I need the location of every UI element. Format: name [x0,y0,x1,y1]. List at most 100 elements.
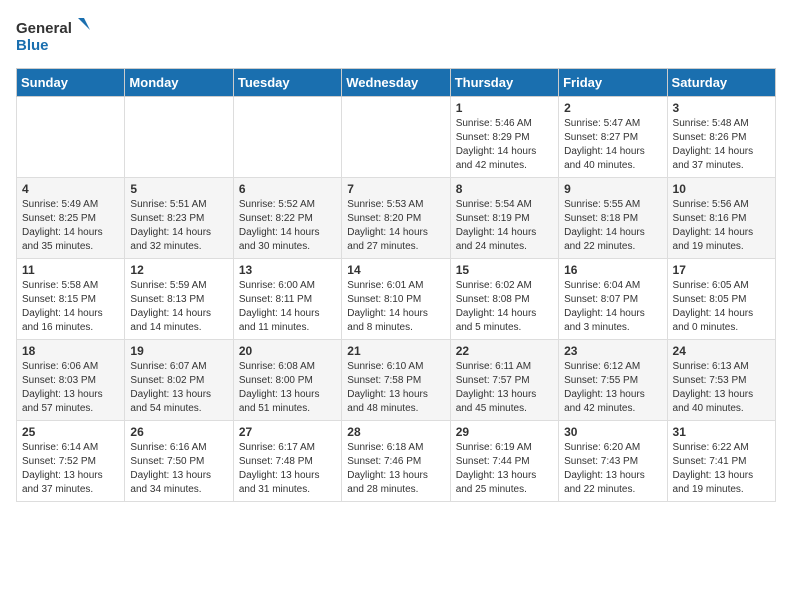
calendar-week-row: 11 Sunrise: 5:58 AM Sunset: 8:15 PM Dayli… [17,259,776,340]
day-number: 31 [673,425,770,439]
day-info: Sunrise: 6:17 AM Sunset: 7:48 PM Dayligh… [239,441,336,497]
calendar-cell: 20 Sunrise: 6:08 AM Sunset: 8:00 PM Dayli… [233,340,341,421]
day-number: 20 [239,344,336,358]
calendar-cell: 9Sunrise: 5:55 AM Sunset: 8:18 PM Daylig… [559,178,667,259]
calendar-cell: 29 Sunrise: 6:19 AM Sunset: 7:44 PM Dayli… [450,421,558,502]
day-number: 24 [673,344,770,358]
calendar-cell: 15 Sunrise: 6:02 AM Sunset: 8:08 PM Dayli… [450,259,558,340]
column-header-sunday: Sunday [17,69,125,97]
day-info: Sunrise: 5:51 AM Sunset: 8:23 PM Dayligh… [130,198,227,254]
calendar-body: 1 Sunrise: 5:46 AM Sunset: 8:29 PM Daylig… [17,97,776,502]
calendar-cell: 24 Sunrise: 6:13 AM Sunset: 7:53 PM Dayli… [667,340,775,421]
day-info: Sunrise: 6:08 AM Sunset: 8:00 PM Dayligh… [239,360,336,416]
day-number: 14 [347,263,444,277]
calendar-cell: 1 Sunrise: 5:46 AM Sunset: 8:29 PM Daylig… [450,97,558,178]
logo-svg: GeneralBlue [16,16,96,56]
column-header-friday: Friday [559,69,667,97]
day-info: Sunrise: 6:12 AM Sunset: 7:55 PM Dayligh… [564,360,661,416]
day-info: Sunrise: 6:22 AM Sunset: 7:41 PM Dayligh… [673,441,770,497]
calendar-header-row: SundayMondayTuesdayWednesdayThursdayFrid… [17,69,776,97]
calendar-table: SundayMondayTuesdayWednesdayThursdayFrid… [16,68,776,502]
day-number: 5 [130,182,227,196]
calendar-cell: 5 Sunrise: 5:51 AM Sunset: 8:23 PM Daylig… [125,178,233,259]
day-number: 19 [130,344,227,358]
day-info: Sunrise: 6:13 AM Sunset: 7:53 PM Dayligh… [673,360,770,416]
calendar-cell: 27 Sunrise: 6:17 AM Sunset: 7:48 PM Dayli… [233,421,341,502]
svg-text:Blue: Blue [16,37,49,54]
day-number: 8 [456,182,553,196]
day-info: Sunrise: 6:10 AM Sunset: 7:58 PM Dayligh… [347,360,444,416]
day-number: 28 [347,425,444,439]
column-header-saturday: Saturday [667,69,775,97]
calendar-cell: 8 Sunrise: 5:54 AM Sunset: 8:19 PM Daylig… [450,178,558,259]
day-info: Sunrise: 6:01 AM Sunset: 8:10 PM Dayligh… [347,279,444,335]
day-info: Sunrise: 6:07 AM Sunset: 8:02 PM Dayligh… [130,360,227,416]
calendar-cell: 18 Sunrise: 6:06 AM Sunset: 8:03 PM Dayli… [17,340,125,421]
day-number: 25 [22,425,119,439]
day-number: 1 [456,101,553,115]
day-info: Sunrise: 6:11 AM Sunset: 7:57 PM Dayligh… [456,360,553,416]
day-info: Sunrise: 6:02 AM Sunset: 8:08 PM Dayligh… [456,279,553,335]
day-number: 10 [673,182,770,196]
calendar-cell: 10Sunrise: 5:56 AM Sunset: 8:16 PM Dayli… [667,178,775,259]
day-info: Sunrise: 5:48 AM Sunset: 8:26 PM Dayligh… [673,117,770,173]
calendar-cell: 12Sunrise: 5:59 AM Sunset: 8:13 PM Dayli… [125,259,233,340]
calendar-cell: 28 Sunrise: 6:18 AM Sunset: 7:46 PM Dayli… [342,421,450,502]
day-number: 30 [564,425,661,439]
day-number: 29 [456,425,553,439]
calendar-cell: 2Sunrise: 5:47 AM Sunset: 8:27 PM Daylig… [559,97,667,178]
day-number: 7 [347,182,444,196]
calendar-cell: 11 Sunrise: 5:58 AM Sunset: 8:15 PM Dayli… [17,259,125,340]
day-info: Sunrise: 6:19 AM Sunset: 7:44 PM Dayligh… [456,441,553,497]
day-number: 15 [456,263,553,277]
calendar-cell: 7 Sunrise: 5:53 AM Sunset: 8:20 PM Daylig… [342,178,450,259]
column-header-tuesday: Tuesday [233,69,341,97]
day-info: Sunrise: 6:20 AM Sunset: 7:43 PM Dayligh… [564,441,661,497]
day-info: Sunrise: 5:47 AM Sunset: 8:27 PM Dayligh… [564,117,661,173]
calendar-cell: 4Sunrise: 5:49 AM Sunset: 8:25 PM Daylig… [17,178,125,259]
day-info: Sunrise: 6:14 AM Sunset: 7:52 PM Dayligh… [22,441,119,497]
logo: GeneralBlue [16,16,96,56]
calendar-cell: 19 Sunrise: 6:07 AM Sunset: 8:02 PM Dayli… [125,340,233,421]
column-header-thursday: Thursday [450,69,558,97]
day-info: Sunrise: 5:53 AM Sunset: 8:20 PM Dayligh… [347,198,444,254]
day-info: Sunrise: 5:52 AM Sunset: 8:22 PM Dayligh… [239,198,336,254]
calendar-week-row: 18 Sunrise: 6:06 AM Sunset: 8:03 PM Dayli… [17,340,776,421]
calendar-cell: 21Sunrise: 6:10 AM Sunset: 7:58 PM Dayli… [342,340,450,421]
day-number: 3 [673,101,770,115]
calendar-cell [17,97,125,178]
calendar-cell [342,97,450,178]
calendar-cell: 23Sunrise: 6:12 AM Sunset: 7:55 PM Dayli… [559,340,667,421]
calendar-cell: 13Sunrise: 6:00 AM Sunset: 8:11 PM Dayli… [233,259,341,340]
calendar-cell: 26 Sunrise: 6:16 AM Sunset: 7:50 PM Dayli… [125,421,233,502]
day-number: 18 [22,344,119,358]
svg-text:General: General [16,20,72,37]
day-number: 4 [22,182,119,196]
calendar-week-row: 25 Sunrise: 6:14 AM Sunset: 7:52 PM Dayli… [17,421,776,502]
calendar-cell: 25 Sunrise: 6:14 AM Sunset: 7:52 PM Dayli… [17,421,125,502]
day-number: 13 [239,263,336,277]
day-number: 11 [22,263,119,277]
day-info: Sunrise: 5:46 AM Sunset: 8:29 PM Dayligh… [456,117,553,173]
day-info: Sunrise: 5:54 AM Sunset: 8:19 PM Dayligh… [456,198,553,254]
column-header-wednesday: Wednesday [342,69,450,97]
day-info: Sunrise: 5:58 AM Sunset: 8:15 PM Dayligh… [22,279,119,335]
day-info: Sunrise: 6:06 AM Sunset: 8:03 PM Dayligh… [22,360,119,416]
calendar-cell: 17Sunrise: 6:05 AM Sunset: 8:05 PM Dayli… [667,259,775,340]
calendar-cell: 16 Sunrise: 6:04 AM Sunset: 8:07 PM Dayli… [559,259,667,340]
day-info: Sunrise: 6:18 AM Sunset: 7:46 PM Dayligh… [347,441,444,497]
day-number: 12 [130,263,227,277]
page-header: GeneralBlue [16,16,776,56]
day-number: 27 [239,425,336,439]
calendar-cell: 14 Sunrise: 6:01 AM Sunset: 8:10 PM Dayli… [342,259,450,340]
day-info: Sunrise: 5:55 AM Sunset: 8:18 PM Dayligh… [564,198,661,254]
day-number: 22 [456,344,553,358]
calendar-week-row: 4Sunrise: 5:49 AM Sunset: 8:25 PM Daylig… [17,178,776,259]
column-header-monday: Monday [125,69,233,97]
day-info: Sunrise: 6:16 AM Sunset: 7:50 PM Dayligh… [130,441,227,497]
day-number: 16 [564,263,661,277]
day-info: Sunrise: 6:04 AM Sunset: 8:07 PM Dayligh… [564,279,661,335]
day-number: 26 [130,425,227,439]
calendar-cell [125,97,233,178]
calendar-cell: 30 Sunrise: 6:20 AM Sunset: 7:43 PM Dayli… [559,421,667,502]
